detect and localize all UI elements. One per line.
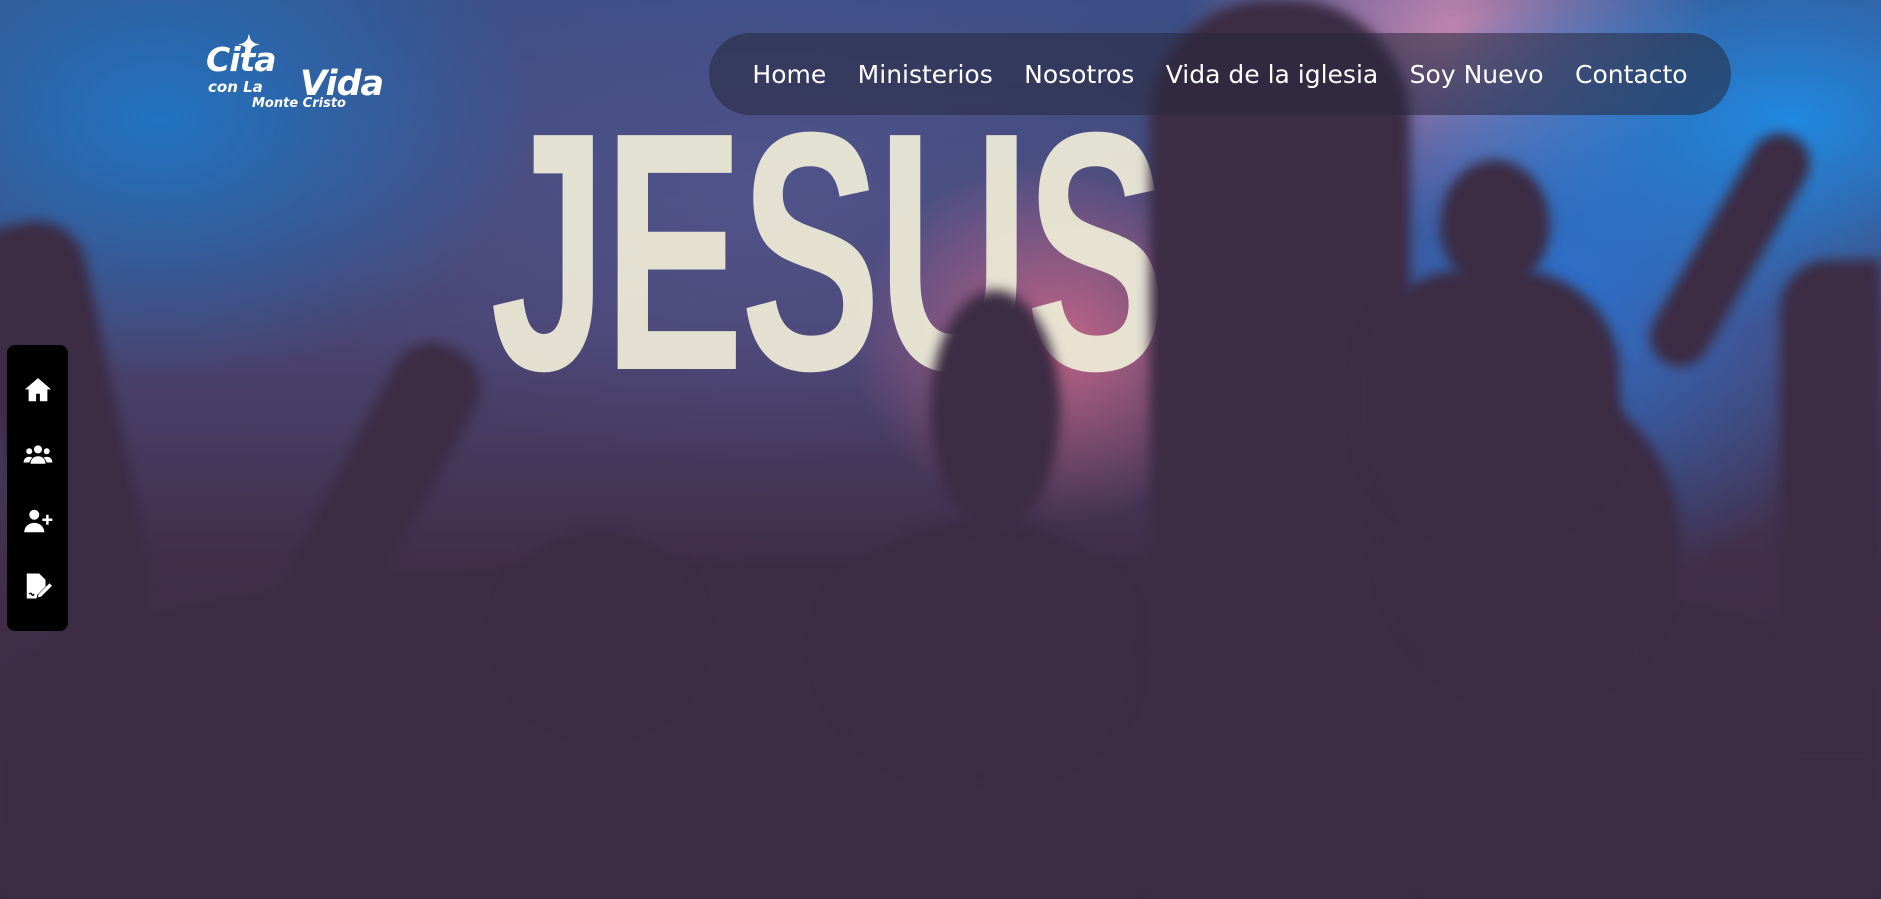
side-dock bbox=[7, 345, 68, 631]
dock-signup-button[interactable] bbox=[18, 566, 58, 606]
main-navigation: Home Ministerios Nosotros Vida de la igl… bbox=[709, 33, 1731, 115]
dock-home-button[interactable] bbox=[18, 370, 58, 410]
nav-item-contacto[interactable]: Contacto bbox=[1575, 60, 1688, 89]
backdrop-jesus-text: JESUS bbox=[490, 62, 1166, 442]
logo-line-cita: Cita bbox=[206, 40, 277, 79]
nav-item-vida-de-la-iglesia[interactable]: Vida de la iglesia bbox=[1166, 60, 1378, 89]
nav-item-home[interactable]: Home bbox=[752, 60, 826, 89]
users-group-icon bbox=[23, 445, 52, 464]
signature-document-icon bbox=[26, 573, 52, 599]
dock-new-member-button[interactable] bbox=[18, 501, 58, 541]
nav-item-soy-nuevo[interactable]: Soy Nuevo bbox=[1410, 60, 1544, 89]
logo-line-monte-cristo: Monte Cristo bbox=[252, 96, 346, 111]
user-plus-icon bbox=[23, 509, 52, 532]
page: JESUS ✦ Cita con La Vida Monte Cristo Ho… bbox=[0, 0, 1881, 899]
nav-item-nosotros[interactable]: Nosotros bbox=[1024, 60, 1134, 89]
home-icon bbox=[24, 377, 51, 401]
dock-ministries-button[interactable] bbox=[18, 435, 58, 475]
logo-line-con-la: con La bbox=[208, 78, 263, 96]
church-logo[interactable]: ✦ Cita con La Vida Monte Cristo bbox=[200, 30, 384, 114]
nav-item-ministerios[interactable]: Ministerios bbox=[858, 60, 993, 89]
